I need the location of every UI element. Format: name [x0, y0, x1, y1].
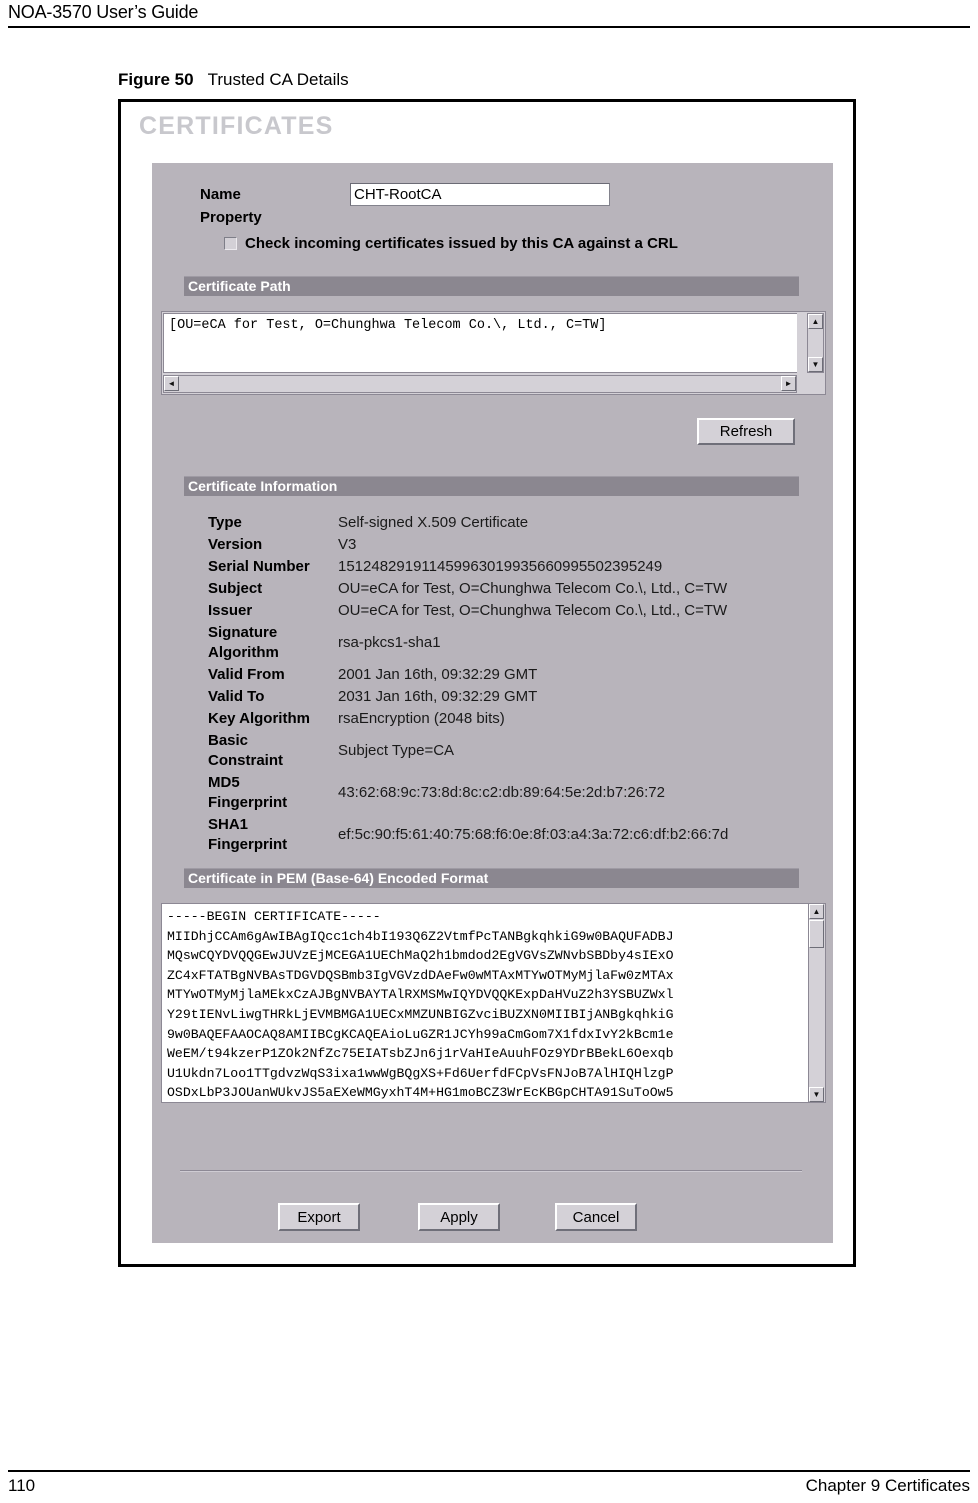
- screenshot-frame: CERTIFICATES Name CHT-RootCA Property Ch…: [118, 99, 856, 1267]
- certificate-info-value: 43:62:68:9c:73:8d:8c:c2:db:89:64:5e:2d:b…: [338, 784, 665, 801]
- apply-button[interactable]: Apply: [418, 1203, 500, 1231]
- certificate-info-row: MD5 Fingerprint 43:62:68:9c:73:8d:8c:c2:d…: [208, 773, 788, 813]
- certificate-info-row: Signature Algorithm rsa-pkcs1-sha1: [208, 623, 788, 663]
- crl-checkbox[interactable]: [224, 236, 237, 250]
- certificate-pem-box: -----BEGIN CERTIFICATE----- MIIDhjCCAm6g…: [161, 903, 826, 1103]
- scroll-right-icon[interactable]: ►: [781, 376, 796, 391]
- page-title: CERTIFICATES: [139, 112, 334, 140]
- certificate-info-value: Subject Type=CA: [338, 742, 455, 759]
- certificate-info-value: 2001 Jan 16th, 09:32:29 GMT: [338, 666, 538, 683]
- scroll-up-icon[interactable]: ▲: [809, 904, 824, 919]
- certificate-info-value: rsa-pkcs1-sha1: [338, 634, 441, 651]
- certificate-path-horizontal-scrollbar[interactable]: ◄ ►: [163, 375, 797, 393]
- certificate-info-value: 151248291911459963019935660995502395249: [338, 558, 663, 575]
- certificate-info-key: Signature Algorithm: [208, 624, 279, 661]
- name-label: Name: [200, 186, 241, 203]
- certificate-info-key: Version: [208, 536, 263, 553]
- certificate-info-key: SHA1 Fingerprint: [208, 816, 288, 853]
- certificate-info-key: Serial Number: [208, 558, 310, 575]
- certificate-info-value: ef:5c:90:f5:61:40:75:68:f6:0e:8f:03:a4:3…: [338, 826, 729, 843]
- certificate-info-value: OU=eCA for Test, O=Chunghwa Telecom Co.\…: [338, 580, 728, 597]
- chapter-label: Chapter 9 Certificates: [805, 1476, 970, 1495]
- scrollbar-corner: [807, 375, 824, 393]
- certificate-info-row: Valid From 2001 Jan 16th, 09:32:29 GMT: [208, 665, 788, 685]
- certificate-info-row: Type Self-signed X.509 Certificate: [208, 513, 788, 533]
- certificate-info-row: Subject OU=eCA for Test, O=Chunghwa Telec…: [208, 579, 788, 599]
- section-header-certificate-path: Certificate Path: [184, 276, 799, 296]
- certificate-info-row: Valid To 2031 Jan 16th, 09:32:29 GMT: [208, 687, 788, 707]
- certificate-information-table: Type Self-signed X.509 Certificate Version…: [208, 513, 788, 857]
- section-header-certificate-information: Certificate Information: [184, 476, 799, 496]
- certificate-info-key: Valid To: [208, 688, 265, 705]
- name-row: Name CHT-RootCA: [200, 183, 800, 209]
- figure-title: Trusted CA Details: [207, 70, 349, 89]
- certificate-info-key: Subject: [208, 580, 263, 597]
- crl-checkbox-label: Check incoming certificates issued by th…: [245, 234, 678, 252]
- figure-caption: Figure 50 Trusted CA Details: [118, 70, 349, 90]
- certificate-path-text[interactable]: [OU=eCA for Test, O=Chunghwa Telecom Co.…: [163, 313, 797, 373]
- scroll-left-icon[interactable]: ◄: [164, 376, 179, 391]
- scroll-down-icon[interactable]: ▼: [809, 1087, 824, 1102]
- bottom-divider: [180, 1170, 802, 1171]
- figure-number: Figure 50: [118, 70, 194, 89]
- crl-checkbox-row[interactable]: Check incoming certificates issued by th…: [224, 233, 678, 253]
- footer-rule: [8, 1470, 970, 1472]
- page-number: 110: [8, 1476, 36, 1495]
- section-header-certificate-pem: Certificate in PEM (Base-64) Encoded For…: [184, 868, 799, 888]
- cancel-button[interactable]: Cancel: [555, 1203, 637, 1231]
- certificate-info-row: Serial Number 151248291911459963019935660…: [208, 557, 788, 577]
- certificate-info-value: 2031 Jan 16th, 09:32:29 GMT: [338, 688, 538, 705]
- certificate-info-value: OU=eCA for Test, O=Chunghwa Telecom Co.\…: [338, 602, 728, 619]
- certificate-info-row: Issuer OU=eCA for Test, O=Chunghwa Teleco…: [208, 601, 788, 621]
- certificate-info-key: MD5 Fingerprint: [208, 774, 288, 811]
- certificate-pem-text[interactable]: -----BEGIN CERTIFICATE----- MIIDhjCCAm6g…: [162, 904, 808, 1102]
- certificate-info-value: Self-signed X.509 Certificate: [338, 514, 529, 531]
- certificates-panel: Name CHT-RootCA Property Check incoming …: [152, 163, 833, 1243]
- certificate-info-row: SHA1 Fingerprint ef:5c:90:f5:61:40:75:68:…: [208, 815, 788, 855]
- certificate-info-key: Valid From: [208, 666, 285, 683]
- certificate-info-key: Key Algorithm: [208, 710, 310, 727]
- certificate-info-value: rsaEncryption (2048 bits): [338, 710, 505, 727]
- certificate-info-key: Issuer: [208, 602, 253, 619]
- certificate-info-value: V3: [338, 536, 357, 553]
- certificate-pem-vertical-scrollbar[interactable]: ▲ ▼: [808, 904, 825, 1102]
- certificate-info-row: Version V3: [208, 535, 788, 555]
- header-rule: [8, 26, 970, 28]
- certificate-info-key: Basic Constraint: [208, 732, 283, 769]
- scroll-up-icon[interactable]: ▲: [808, 314, 823, 329]
- running-head-title: NOA-3570 User’s Guide: [8, 2, 199, 22]
- certificate-path-box: [OU=eCA for Test, O=Chunghwa Telecom Co.…: [161, 311, 826, 395]
- name-input[interactable]: CHT-RootCA: [350, 183, 610, 206]
- scroll-down-icon[interactable]: ▼: [808, 357, 823, 372]
- scrollbar-thumb[interactable]: [809, 920, 824, 948]
- certificate-path-vertical-scrollbar[interactable]: ▲ ▼: [807, 313, 824, 373]
- refresh-button[interactable]: Refresh: [697, 418, 795, 445]
- certificate-info-row: Basic Constraint Subject Type=CA: [208, 731, 788, 771]
- certificate-info-row: Key Algorithm rsaEncryption (2048 bits): [208, 709, 788, 729]
- page-header: NOA-3570 User’s Guide: [0, 0, 978, 30]
- export-button[interactable]: Export: [278, 1203, 360, 1231]
- certificate-info-key: Type: [208, 514, 242, 531]
- property-label: Property: [200, 209, 262, 226]
